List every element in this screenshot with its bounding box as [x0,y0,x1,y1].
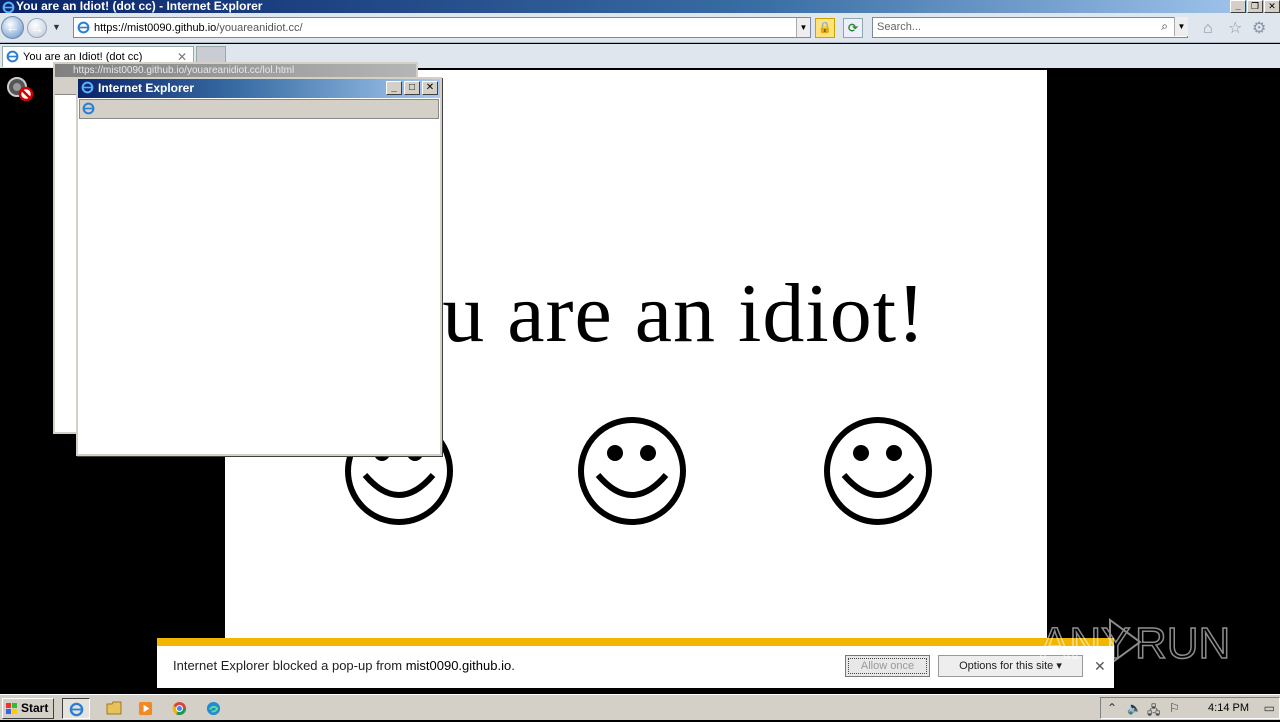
watermark-left-text: ANY [1040,619,1130,668]
page-favicon-icon [82,102,95,115]
taskbar-edge[interactable] [200,698,228,719]
notification-domain: mist0090.github.io [405,658,512,673]
recent-pages-dropdown[interactable]: ▼ [52,22,61,32]
taskbar-file-explorer[interactable] [100,698,128,719]
popup-blocked-notification: Internet Explorer blocked a pop-up from … [157,638,1114,688]
gear-icon[interactable]: ⚙ [1252,21,1266,37]
back-button[interactable]: ← [1,16,24,39]
smiley-face-icon [578,417,686,525]
window-title-bar[interactable]: You are an Idiot! (dot cc) - Internet Ex… [0,0,1280,13]
taskbar-media-player[interactable] [132,698,160,719]
popup-close-button[interactable]: ✕ [422,81,438,95]
media-player-icon [138,701,153,716]
network-icon[interactable]: 🖧 [1147,701,1160,722]
notification-message: Internet Explorer blocked a pop-up from … [173,658,515,673]
popup-back-title[interactable]: https://mist0090.github.io/youareanidiot… [55,64,416,77]
navigation-toolbar: ← → ▼ https://mist0090.github.io/youarea… [0,13,1280,43]
allow-once-button[interactable]: Allow once [845,655,930,677]
internet-explorer-icon [81,81,94,94]
back-arrow-icon: ← [5,19,20,35]
page-background-right [1047,68,1280,638]
window-title: You are an Idiot! (dot cc) - Internet Ex… [16,0,263,13]
url-host: https://mist0090.github.io [94,21,217,34]
refresh-button[interactable]: ⟳ [843,18,863,38]
popup-blocked-icon[interactable] [5,75,35,103]
home-icon[interactable]: ⌂ [1203,21,1213,37]
taskbar: Start ⌃ 🔈 🖧 ⚐ 4:14 PM ▭ [0,694,1280,720]
address-bar[interactable]: https://mist0090.github.io/youareanidiot… [73,17,811,38]
watermark-right-text: RUN [1135,619,1230,668]
volume-icon[interactable]: 🔈 [1127,701,1142,715]
address-url[interactable]: https://mist0090.github.io/youareanidiot… [94,22,303,34]
address-dropdown-button[interactable]: ▼ [796,18,810,37]
popup-front-title-bar[interactable]: Internet Explorer _ □ ✕ [78,79,440,98]
notification-text-prefix: Internet Explorer blocked a pop-up from [173,658,406,673]
start-label: Start [21,701,49,715]
anyrun-watermark-logo: ANY RUN [1040,618,1231,669]
start-button[interactable]: Start [2,698,54,719]
page-favicon-icon [77,21,90,34]
smiley-face-icon [824,417,932,525]
popup-maximize-button[interactable]: □ [404,81,420,95]
popup-minimize-button[interactable]: _ [386,81,402,95]
tab-favicon-icon [6,50,19,63]
popup-front-title: Internet Explorer [98,81,195,95]
security-lock-icon[interactable]: 🔒 [815,18,835,38]
minimize-button[interactable]: _ [1230,0,1246,13]
close-button[interactable]: ✕ [1264,0,1280,13]
clock[interactable]: 4:14 PM [1208,702,1249,714]
search-input[interactable]: Search... [872,17,1188,38]
popup-window-front[interactable]: Internet Explorer _ □ ✕ [76,77,442,456]
restore-button[interactable]: ❐ [1247,0,1263,13]
forward-button[interactable]: → [27,18,47,38]
taskbar-chrome[interactable] [166,698,194,719]
show-desktop-icon[interactable]: ▭ [1264,701,1275,715]
notification-text-suffix: . [511,658,515,673]
forward-arrow-icon: → [30,20,44,36]
flag-icon[interactable]: ⚐ [1169,701,1180,715]
url-path: /youareanidiot.cc/ [216,21,303,34]
internet-explorer-icon [69,702,84,717]
edge-icon [206,701,221,716]
folder-icon [106,701,122,715]
chrome-icon [172,701,187,716]
popup-front-address-bar[interactable] [79,99,439,119]
windows-logo-icon [6,703,17,714]
favorites-star-icon[interactable]: ☆ [1228,21,1242,37]
internet-explorer-icon [2,1,15,13]
chevron-up-icon[interactable]: ⌃ [1107,701,1117,715]
system-tray: ⌃ 🔈 🖧 ⚐ 4:14 PM ▭ [1100,697,1280,719]
taskbar-internet-explorer[interactable] [62,698,90,719]
